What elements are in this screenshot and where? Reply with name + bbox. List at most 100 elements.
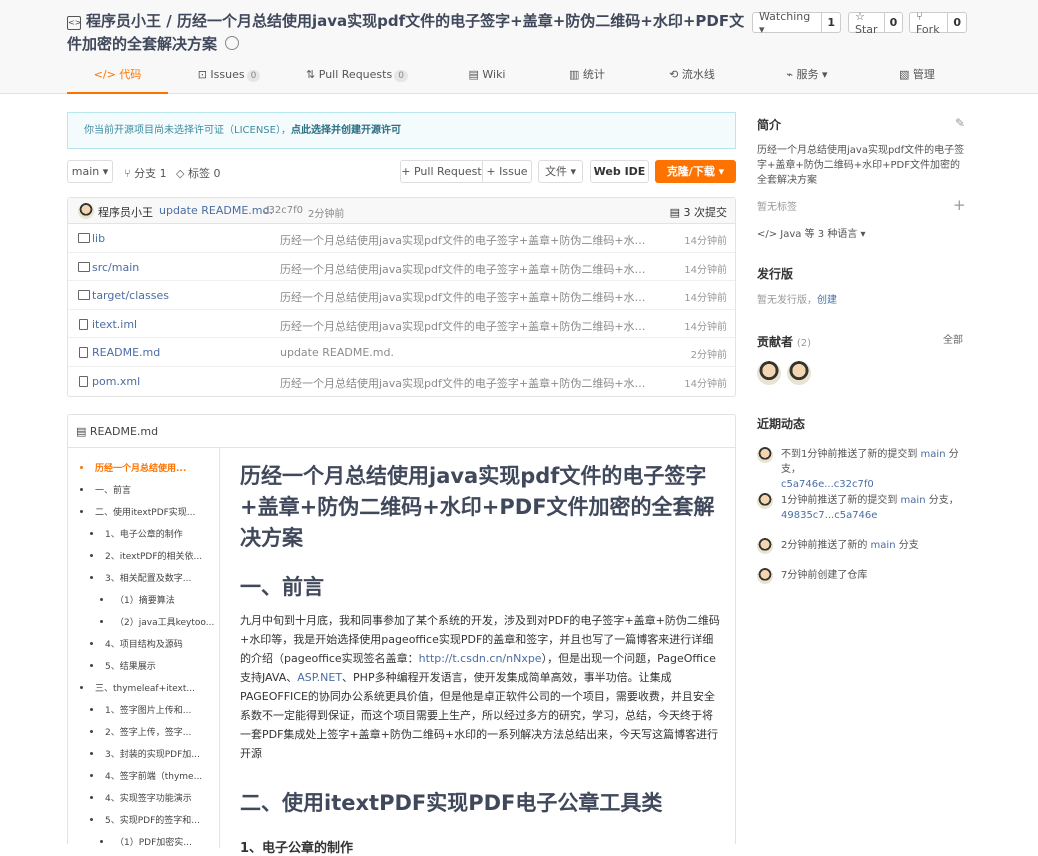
toc-item[interactable]: 二、使用itextPDF实现... — [80, 505, 210, 518]
intro-section: 简介 ✎ 历经一个月总结使用java实现pdf文件的电子签字+盖章+防伪二维码+… — [757, 116, 967, 188]
commit-range-link[interactable]: c5a746e...c32c7f0 — [781, 479, 874, 490]
author-avatar[interactable] — [78, 203, 94, 219]
tab-wiki[interactable]: ▤ Wiki — [437, 62, 537, 94]
file-row[interactable]: README.md update README.md. 2分钟前 — [68, 338, 735, 367]
commit-count-link[interactable]: ▤ 3 次提交 — [670, 204, 727, 220]
file-time: 14分钟前 — [684, 321, 727, 333]
file-commit-message[interactable]: 历经一个月总结使用java实现pdf文件的电子签字+盖章+防伪二维码+水印+P.… — [280, 261, 650, 277]
toc-item[interactable]: 3、封装的实现PDF加... — [90, 747, 220, 760]
toc-item[interactable]: 历经一个月总结使用... — [80, 461, 210, 474]
file-row[interactable]: itext.iml 历经一个月总结使用java实现pdf文件的电子签字+盖章+防伪… — [68, 310, 735, 339]
star-count[interactable]: 0 — [885, 16, 903, 29]
toc-item[interactable]: 5、实现PDF的签字和... — [90, 813, 220, 826]
release-text: 暂无发行版，创建 — [757, 293, 837, 308]
file-commit-message[interactable]: 历经一个月总结使用java实现pdf文件的电子签字+盖章+防伪二维码+水印+P.… — [280, 318, 650, 334]
watch-button[interactable]: Watching ▾ 1 — [752, 10, 841, 36]
commit-author[interactable]: 程序员小王 — [98, 204, 153, 220]
toc-item[interactable]: 5、结果展示 — [90, 659, 220, 672]
branch-link[interactable]: main — [871, 540, 896, 551]
contributor-avatar[interactable] — [787, 361, 811, 385]
file-commit-message[interactable]: 历经一个月总结使用java实现pdf文件的电子签字+盖章+防伪二维码+水印+P.… — [280, 289, 650, 305]
file-row[interactable]: target/classes 历经一个月总结使用java实现pdf文件的电子签字+… — [68, 281, 735, 310]
tab-code[interactable]: </> 代码 — [67, 62, 168, 94]
file-name[interactable]: lib — [92, 232, 105, 245]
tab-services[interactable]: ⌁ 服务 ▾ — [757, 62, 857, 94]
file-name[interactable]: README.md — [92, 346, 160, 359]
tags-link[interactable]: ◇ 标签 0 — [176, 165, 220, 181]
commit-time: 2分钟前 — [308, 209, 345, 220]
heading-seal: 1、电子公章的制作 — [240, 841, 354, 856]
pageoffice-link[interactable]: http://t.csdn.cn/nNxpe — [419, 652, 542, 665]
contributor-avatar[interactable] — [757, 361, 781, 385]
tab-issues[interactable]: ⊡ Issues 0 — [179, 62, 279, 94]
fork-button[interactable]: ⑂ Fork 0 — [909, 10, 967, 36]
file-commit-message[interactable]: 历经一个月总结使用java实现pdf文件的电子签字+盖章+防伪二维码+水印+P.… — [280, 232, 650, 248]
activity-avatar[interactable] — [757, 568, 773, 584]
toc-item[interactable]: 1、签字图片上传和... — [90, 703, 220, 716]
file-name[interactable]: src/main — [92, 261, 139, 274]
contributors-all-link[interactable]: 全部 — [943, 333, 963, 348]
toc-item[interactable]: 4、项目结构及源码 — [90, 637, 220, 650]
toc-item[interactable]: 4、实现签字功能演示 — [90, 791, 220, 804]
commit-message[interactable]: update README.md. — [159, 204, 273, 217]
file-icon — [79, 375, 88, 387]
branch-link[interactable]: main — [921, 449, 946, 460]
file-time: 14分钟前 — [684, 293, 727, 305]
toc-item[interactable]: 4、签字前端（thyme... — [90, 769, 220, 782]
file-row[interactable]: lib 历经一个月总结使用java实现pdf文件的电子签字+盖章+防伪二维码+水印… — [68, 224, 735, 253]
activity-desc: 7分钟前创建了仓库 — [781, 570, 868, 581]
file-name[interactable]: pom.xml — [92, 375, 140, 388]
activity-avatar[interactable] — [757, 538, 773, 554]
toc-item[interactable]: 3、相关配置及数字... — [90, 571, 220, 584]
activity-avatar[interactable] — [757, 493, 773, 509]
toc-item[interactable]: 1、电子公章的制作 — [90, 527, 220, 540]
edit-icon[interactable]: ✎ — [955, 116, 965, 130]
language-summary[interactable]: </> Java 等 3 种语言 ▾ — [757, 227, 866, 242]
activity-avatar[interactable] — [757, 447, 773, 463]
commit-sha[interactable]: c32c7f0 — [263, 205, 303, 216]
file-name[interactable]: itext.iml — [92, 318, 137, 331]
toc-item[interactable]: 2、签字上传，签字... — [90, 725, 220, 738]
file-row[interactable]: src/main 历经一个月总结使用java实现pdf文件的电子签字+盖章+防伪二… — [68, 253, 735, 282]
toc-item[interactable]: 一、前言 — [80, 483, 210, 496]
file-menu-button[interactable]: 文件 ▾ — [538, 160, 583, 183]
branch-select[interactable]: main ▾ — [67, 160, 113, 183]
tab-manage[interactable]: ▧ 管理 — [867, 62, 967, 94]
repo-title: <> 程序员小王 / 历经一个月总结使用java实现pdf文件的电子签字+盖章+防… — [67, 10, 747, 56]
star-button[interactable]: ☆ Star 0 — [848, 10, 903, 36]
file-name[interactable]: target/classes — [92, 289, 169, 302]
toc-item[interactable]: 2、itextPDF的相关依... — [90, 549, 220, 562]
watch-count[interactable]: 1 — [822, 16, 840, 29]
aspnet-link[interactable]: ASP.NET — [297, 671, 342, 684]
repo-owner-link[interactable]: 程序员小王 — [86, 12, 161, 30]
create-release-link[interactable]: 创建 — [817, 295, 837, 306]
readme-title: 历经一个月总结使用java实现pdf文件的电子签字+盖章+防伪二维码+水印+PD… — [240, 464, 715, 550]
file-commit-message[interactable]: update README.md. — [280, 346, 650, 359]
tab-stats[interactable]: ▥ 统计 — [537, 62, 637, 94]
issue-button[interactable]: + Issue — [482, 160, 532, 183]
file-row[interactable]: pom.xml 历经一个月总结使用java实现pdf文件的电子签字+盖章+防伪二维… — [68, 367, 735, 396]
fork-count[interactable]: 0 — [948, 16, 966, 29]
intro-text: 历经一个月总结使用java实现pdf文件的电子签字+盖章+防伪二维码+水印+PD… — [757, 145, 965, 186]
subscribe-icon[interactable] — [225, 36, 240, 50]
toc-item[interactable]: （2）java工具keytoo... — [100, 615, 220, 628]
folder-icon — [78, 233, 90, 243]
toc-item[interactable]: （1）摘要算法 — [100, 593, 220, 606]
commit-range-link[interactable]: 49835c7...c5a746e — [781, 510, 877, 521]
intro-title: 简介 — [757, 118, 782, 132]
pull-request-button[interactable]: + Pull Request — [400, 160, 483, 183]
license-create-link[interactable]: 点此选择并创建开源许可 — [291, 125, 401, 136]
toc-item[interactable]: 三、thymeleaf+itext... — [80, 681, 210, 694]
add-tag-icon[interactable]: + — [953, 196, 966, 214]
branch-link[interactable]: main — [901, 495, 926, 506]
tab-pipeline[interactable]: ⟲ 流水线 — [642, 62, 742, 94]
webide-button[interactable]: Web IDE — [590, 160, 649, 183]
contributors-title: 贡献者 — [757, 335, 794, 349]
branches-link[interactable]: ⑂ 分支 1 — [124, 165, 167, 181]
file-commit-message[interactable]: 历经一个月总结使用java实现pdf文件的电子签字+盖章+防伪二维码+水印+P.… — [280, 375, 650, 391]
clone-download-button[interactable]: 克隆/下载 ▾ — [655, 160, 736, 183]
tab-pull-requests[interactable]: ⇅ Pull Requests 0 — [287, 62, 427, 94]
repo-separator: / — [161, 12, 177, 30]
tab-label: ▥ 统计 — [569, 68, 605, 81]
heading-intro: 一、前言 — [240, 575, 324, 599]
